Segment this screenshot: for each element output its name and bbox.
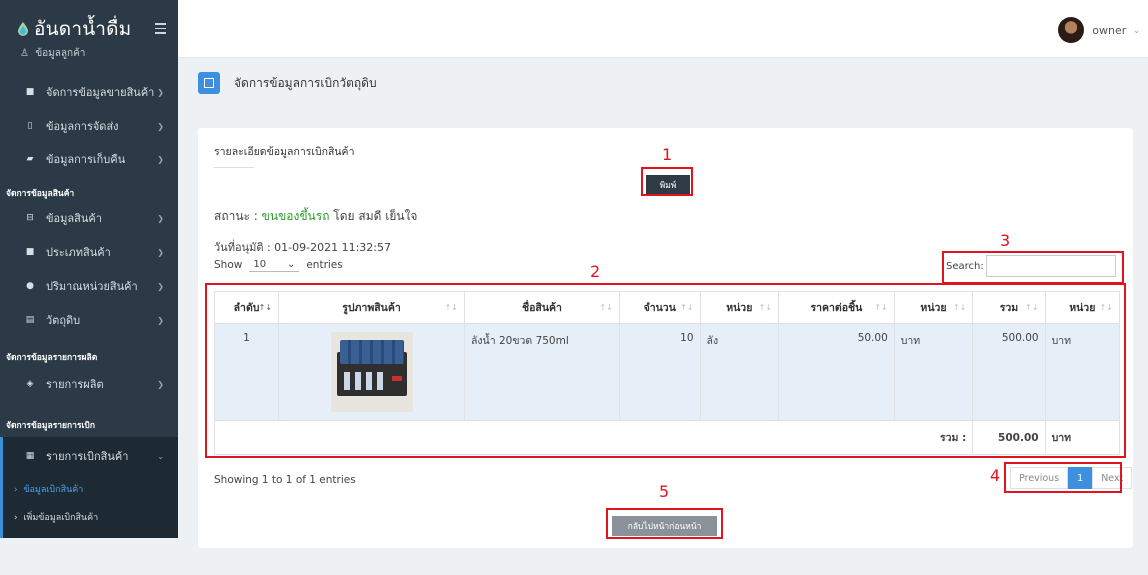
annotation-box-5 xyxy=(606,508,723,539)
sidebar-item-label: ปริมาณหน่วยสินค้า xyxy=(46,280,138,293)
sidebar-item-product[interactable]: ⊟ ข้อมูลสินค้า ❯ xyxy=(0,201,178,235)
sidebar-item-label: ประเภทสินค้า xyxy=(46,246,111,259)
top-bar: owner ⌄ xyxy=(178,0,1148,58)
annotation-box-1 xyxy=(641,167,693,196)
sidebar-item-label: ข้อมูลการเก็บคืน xyxy=(46,153,126,166)
sidebar-item-production[interactable]: ◈ รายการผลิต ❯ xyxy=(0,367,178,401)
user-menu[interactable]: owner ⌄ xyxy=(1058,17,1140,43)
water-drop-icon xyxy=(18,22,28,36)
chevron-right-icon: ❯ xyxy=(157,121,164,131)
sidebar-section-product: จัดการข้อมูลสินค้า xyxy=(6,189,75,199)
status-prefix: สถานะ : xyxy=(214,209,258,223)
chevron-right-icon: ❯ xyxy=(157,247,164,257)
annotation-number-3: 3 xyxy=(1000,231,1011,250)
card-title: รายละเอียดข้อมูลการเบิกสินค้า xyxy=(214,146,355,158)
sidebar-item-delivery[interactable]: ▯ ข้อมูลการจัดส่ง ❯ xyxy=(0,109,178,143)
sidebar-item-label: รายการเบิกสินค้า xyxy=(46,450,129,463)
chevron-down-icon: ⌄ xyxy=(1133,25,1140,35)
page-header: จัดการข้อมูลการเบิกวัตถุดิบ xyxy=(198,72,377,94)
approved-date: วันที่อนุมัติ : 01-09-2021 11:32:57 xyxy=(214,241,391,254)
menu-toggle-icon[interactable] xyxy=(155,23,166,37)
sidebar-sub-withdraw-add[interactable]: › เพิ่มข้อมูลเบิกสินค้า xyxy=(14,510,98,524)
annotation-number-5: 5 xyxy=(659,482,670,501)
card-icon: ▦ xyxy=(25,451,35,461)
annotation-box-4 xyxy=(1004,462,1122,493)
users-icon: ♙ xyxy=(20,48,29,59)
showing-info: Showing 1 to 1 of 1 entries xyxy=(214,474,356,486)
chevron-down-icon: ⌄ xyxy=(157,451,164,461)
sidebar-sub-withdraw-data[interactable]: › ข้อมูลเบิกสินค้า xyxy=(14,482,83,496)
sidebar-item-return[interactable]: ▰ ข้อมูลการเก็บคืน ❯ xyxy=(0,142,178,176)
sidebar-item-withdraw[interactable]: ▦ รายการเบิกสินค้า ⌄ xyxy=(0,439,178,473)
sidebar-sub-label: เพิ่มข้อมูลเบิกสินค้า xyxy=(23,513,99,523)
show-label: Show xyxy=(214,259,243,271)
sidebar-section-withdraw: จัดการข้อมูลรายการเบิก xyxy=(6,421,95,431)
sidebar-item-label: วัตถุดิบ xyxy=(46,314,81,327)
chevron-right-icon: ❯ xyxy=(157,87,164,97)
list-icon: ▤ xyxy=(25,315,35,325)
sidebar-item-product-type[interactable]: ■ ประเภทสินค้า ❯ xyxy=(0,235,178,269)
entries-label: entries xyxy=(306,259,343,271)
chevron-right-icon: ❯ xyxy=(157,281,164,291)
sidebar-item-label: ข้อมูลสินค้า xyxy=(46,212,102,225)
sidebar-item-customer[interactable]: ♙ ข้อมูลลูกค้า xyxy=(0,45,178,71)
annotation-box-3 xyxy=(942,251,1124,284)
page-length-select[interactable]: 10 ⌄ xyxy=(249,258,300,272)
status-by: โดย สมดี เย็นใจ xyxy=(333,209,418,223)
dot-icon: ● xyxy=(26,281,34,291)
chevron-down-icon: ⌄ xyxy=(286,259,296,270)
page-length-control: Show 10 ⌄ entries xyxy=(214,258,343,272)
annotation-number-1: 1 xyxy=(662,145,673,164)
sidebar-item-label: ข้อมูลการจัดส่ง xyxy=(46,120,119,133)
chevron-right-icon: ❯ xyxy=(157,379,164,389)
sidebar-item-label: รายการผลิต xyxy=(46,378,104,391)
sidebar: อันดาน้ำดื่ม ♙ ข้อมูลลูกค้า ■ จัดการข้อมู… xyxy=(0,0,178,538)
basket-icon: ⊟ xyxy=(26,213,34,223)
user-name: owner xyxy=(1092,23,1127,37)
chevron-right-icon: ❯ xyxy=(157,154,164,164)
page-length-value: 10 xyxy=(253,259,267,270)
page-icon xyxy=(198,72,220,94)
layers-icon: ◈ xyxy=(26,379,34,389)
truck-icon: ▰ xyxy=(26,154,34,164)
annotation-box-2 xyxy=(205,283,1126,458)
sidebar-item-sales[interactable]: ■ จัดการข้อมูลขายสินค้า ❯ xyxy=(0,75,178,109)
page-title: จัดการข้อมูลการเบิกวัตถุดิบ xyxy=(234,75,377,90)
bag-icon: ■ xyxy=(25,87,35,97)
sidebar-section-production: จัดการข้อมูลรายการผลิต xyxy=(6,353,98,363)
sidebar-item-label: ข้อมูลลูกค้า xyxy=(35,48,86,59)
bag-icon: ■ xyxy=(25,247,35,257)
chevron-right-icon: ❯ xyxy=(157,213,164,223)
sidebar-sub-label: ข้อมูลเบิกสินค้า xyxy=(23,485,84,495)
chevron-right-icon: ❯ xyxy=(157,315,164,325)
sidebar-item-label: จัดการข้อมูลขายสินค้า xyxy=(46,86,155,99)
brand-name: อันดาน้ำดื่ม xyxy=(34,18,132,40)
annotation-number-4: 4 xyxy=(990,466,1001,485)
status-line: สถานะ : ขนของขึ้นรถ โดย สมดี เย็นใจ xyxy=(214,207,417,226)
sidebar-item-material[interactable]: ▤ วัตถุดิบ ❯ xyxy=(0,303,178,337)
status-value: ขนของขึ้นรถ xyxy=(261,209,330,223)
annotation-number-2: 2 xyxy=(590,262,601,281)
sidebar-item-product-unit[interactable]: ● ปริมาณหน่วยสินค้า ❯ xyxy=(0,269,178,303)
card-title-divider xyxy=(214,167,254,168)
box-icon: ▯ xyxy=(27,121,33,131)
avatar xyxy=(1058,17,1085,43)
